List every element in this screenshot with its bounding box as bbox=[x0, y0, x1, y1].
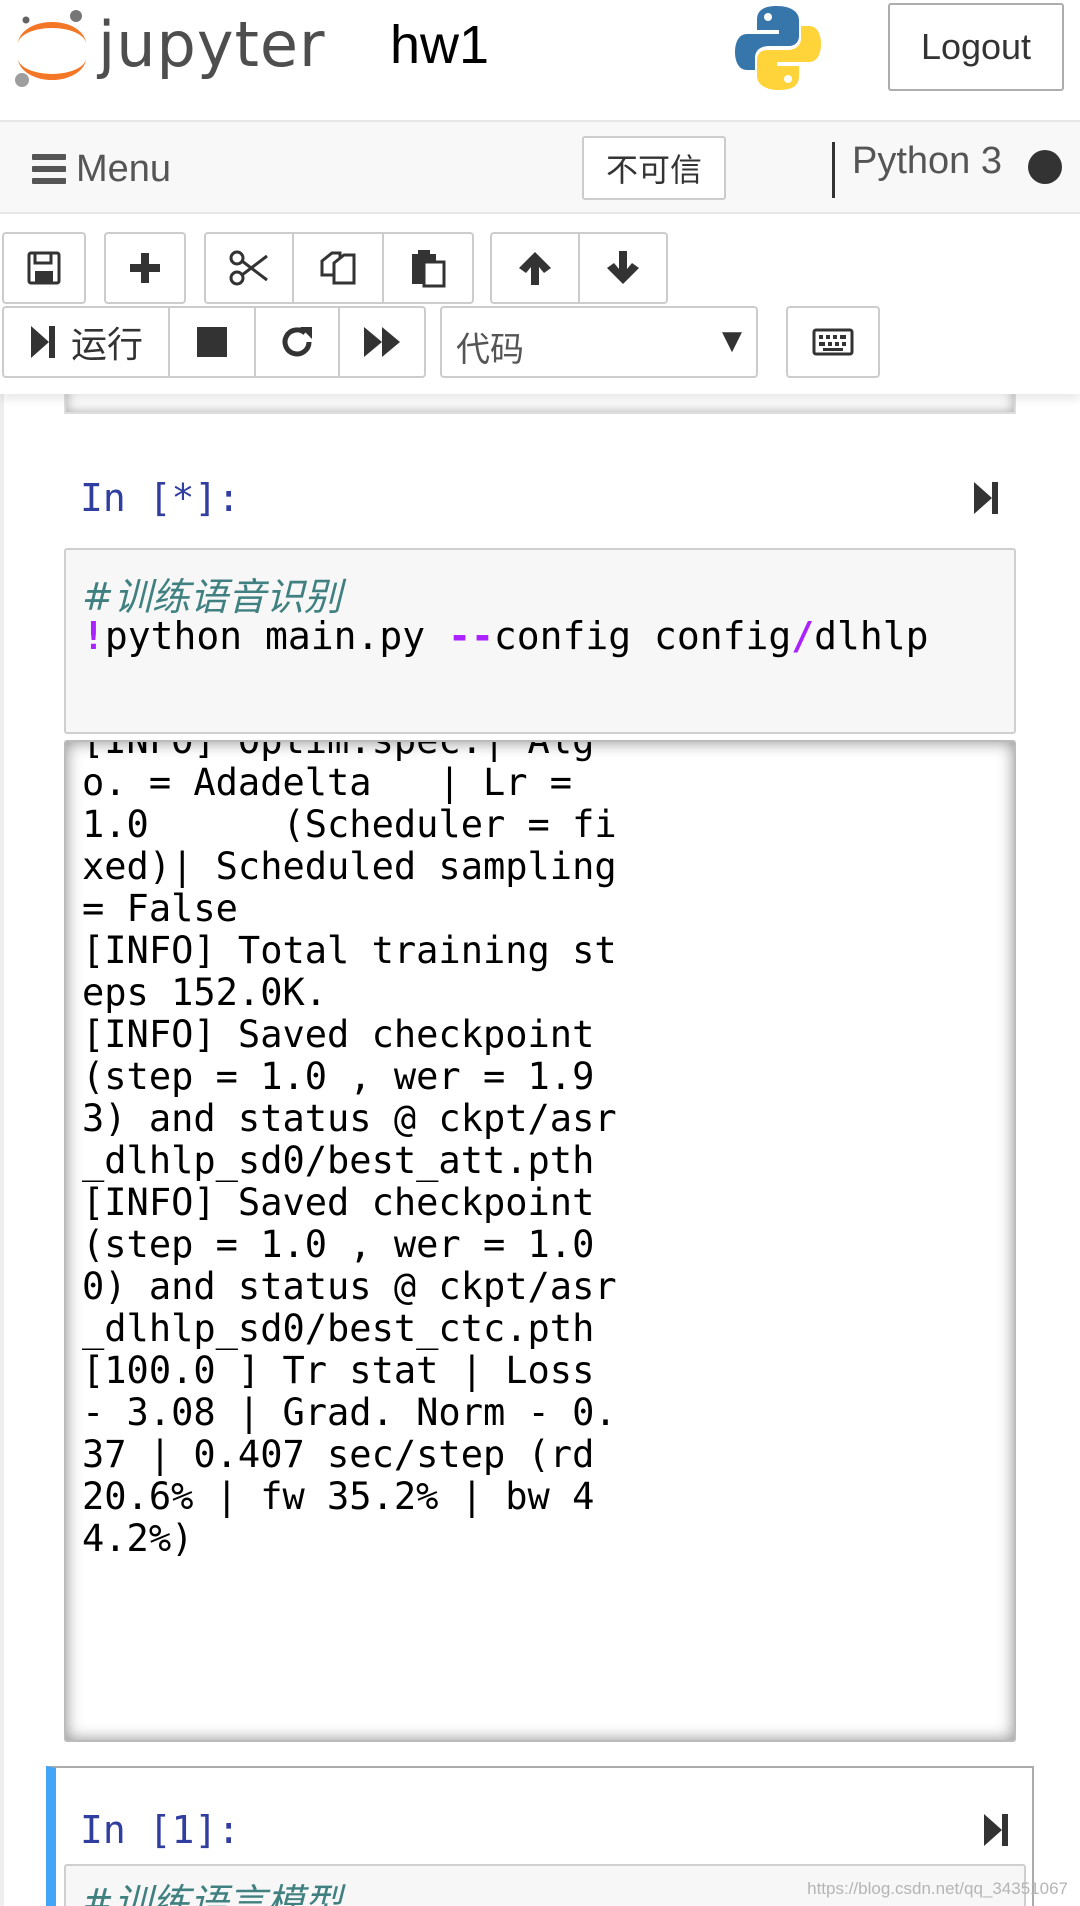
output-line: xed)| Scheduled sampling bbox=[82, 845, 617, 888]
output-line: _dlhlp_sd0/best_att.pth bbox=[82, 1139, 595, 1182]
code-operator: / bbox=[791, 614, 815, 658]
output-line: - 3.08 | Grad. Norm - 0. bbox=[82, 1391, 617, 1434]
cell-type-value: 代码 bbox=[456, 330, 524, 370]
code-comment: #训练语音识别 bbox=[82, 575, 342, 619]
code-comment: #训练语言模型 bbox=[82, 1881, 342, 1906]
watermark-text: https://blog.csdn.net/qq_34351067 bbox=[807, 1879, 1068, 1898]
code-input-area[interactable]: #训练语音识别 !python main.py --config config/… bbox=[64, 548, 1016, 734]
run-button[interactable]: 运行 bbox=[2, 306, 170, 378]
dropdown-arrow-icon: ▼ bbox=[722, 326, 742, 356]
run-cell-icon[interactable] bbox=[972, 480, 1000, 516]
jupyter-wordmark: jupyter bbox=[98, 8, 326, 81]
output-line: (step = 1.0 , wer = 1.9 bbox=[82, 1055, 595, 1098]
output-line: [INFO] Saved checkpoint bbox=[82, 1181, 595, 1224]
menubar: Menu 不可信 Python 3 bbox=[0, 120, 1080, 214]
cell-prompt: In [*]: bbox=[80, 476, 241, 520]
previous-cell-output bbox=[64, 394, 1016, 414]
insert-cell-button[interactable] bbox=[104, 232, 186, 304]
menu-toggle-button[interactable]: Menu bbox=[32, 142, 171, 196]
jupyter-logo-icon bbox=[15, 10, 86, 87]
interrupt-button[interactable] bbox=[168, 306, 256, 378]
arrow-up-icon bbox=[519, 252, 551, 285]
logout-button[interactable]: Logout bbox=[888, 3, 1064, 91]
output-line: = False bbox=[82, 887, 238, 930]
output-line: (step = 1.0 , wer = 1.0 bbox=[82, 1223, 595, 1266]
notebook-container[interactable]: In [*]: #训练语音识别 !python main.py --config… bbox=[0, 394, 1080, 1906]
header: jupyter hw1 Logout bbox=[0, 0, 1080, 120]
run-label: 运行 bbox=[70, 325, 143, 366]
command-palette-button[interactable] bbox=[786, 306, 880, 378]
save-button[interactable] bbox=[2, 232, 86, 304]
copy-button[interactable] bbox=[292, 232, 384, 304]
keyboard-icon bbox=[812, 328, 854, 356]
kernel-busy-indicator bbox=[1028, 150, 1062, 184]
output-line: [INFO] Optim.spec.| Alg bbox=[82, 740, 595, 762]
output-line: [100.0 ] Tr stat | Loss bbox=[82, 1349, 595, 1392]
trust-notebook-button[interactable]: 不可信 bbox=[582, 136, 726, 200]
move-down-button[interactable] bbox=[578, 232, 668, 304]
code-part: python main.py bbox=[104, 614, 449, 658]
output-line: 3) and status @ ckpt/asr bbox=[82, 1097, 617, 1140]
code-operator: -- bbox=[448, 614, 494, 658]
output-line: 37 | 0.407 sec/step (rd bbox=[82, 1433, 595, 1476]
kernel-name[interactable]: Python 3 bbox=[852, 140, 1002, 183]
plus-icon bbox=[130, 253, 160, 283]
jupyter-logo[interactable]: jupyter bbox=[12, 6, 342, 96]
code-bang: ! bbox=[82, 614, 105, 658]
cell-type-select[interactable]: 代码 ▼ bbox=[440, 306, 758, 378]
toolbar: 运行 代码 ▼ bbox=[0, 214, 1080, 394]
code-part: dlhlp bbox=[814, 614, 929, 658]
step-forward-icon bbox=[30, 326, 55, 358]
output-line: 1.0 (Scheduler = fi bbox=[82, 803, 617, 846]
output-text: [INFO] Optim.spec.| Alg o. = Adadelta | … bbox=[82, 740, 617, 1560]
cut-icon bbox=[229, 250, 268, 286]
code-part: config config bbox=[493, 614, 792, 658]
output-line: 4.2%) bbox=[82, 1517, 194, 1560]
move-up-button[interactable] bbox=[490, 232, 580, 304]
output-line: 20.6% | fw 35.2% | bw 4 bbox=[82, 1475, 595, 1518]
output-line: eps 152.0K. bbox=[82, 971, 328, 1014]
paste-button[interactable] bbox=[382, 232, 474, 304]
arrow-down-icon bbox=[607, 251, 639, 284]
python-logo-icon bbox=[735, 6, 821, 90]
cell-output-area[interactable]: [INFO] Optim.spec.| Alg o. = Adadelta | … bbox=[64, 740, 1016, 1742]
paste-icon bbox=[412, 250, 446, 288]
notebook-name[interactable]: hw1 bbox=[390, 14, 489, 76]
menu-label: Menu bbox=[76, 147, 172, 190]
restart-icon bbox=[282, 327, 312, 357]
cut-button[interactable] bbox=[204, 232, 294, 304]
copy-icon bbox=[320, 251, 356, 285]
cell-prompt: In [1]: bbox=[80, 1808, 241, 1852]
output-line: 0) and status @ ckpt/asr bbox=[82, 1265, 617, 1308]
output-line: o. = Adadelta | Lr = bbox=[82, 761, 573, 804]
code-line: !python main.py --config config/dlhlp bbox=[82, 614, 929, 658]
hamburger-icon bbox=[32, 154, 66, 184]
restart-kernel-button[interactable] bbox=[254, 306, 340, 378]
stop-icon bbox=[197, 327, 227, 357]
fast-forward-icon bbox=[364, 327, 400, 357]
kernel-divider bbox=[832, 142, 835, 198]
output-line: [INFO] Saved checkpoint bbox=[82, 1013, 595, 1056]
restart-run-all-button[interactable] bbox=[338, 306, 426, 378]
output-line: _dlhlp_sd0/best_ctc.pth bbox=[82, 1307, 595, 1350]
output-line: [INFO] Total training st bbox=[82, 929, 617, 972]
run-cell-icon[interactable] bbox=[982, 1812, 1010, 1848]
save-icon bbox=[27, 251, 61, 285]
